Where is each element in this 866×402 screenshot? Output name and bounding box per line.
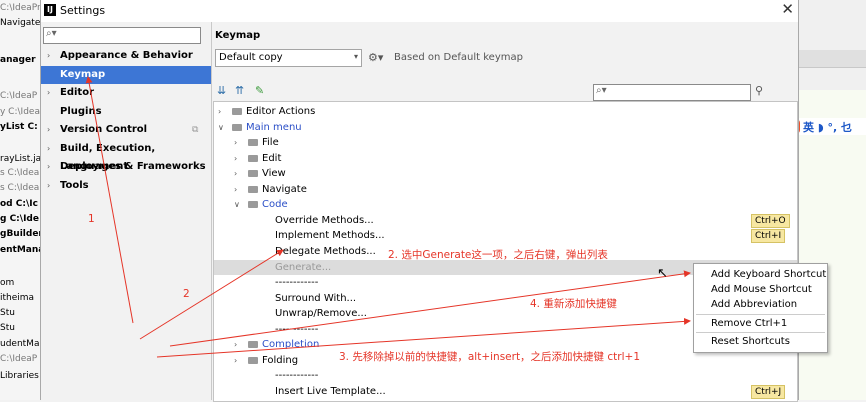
annotation-step-3: 3. 先移除掉以前的快捷键，alt+insert，之后添加快捷键 ctrl+1 [339,351,640,363]
menu-item-add-keyboard-shortcut[interactable]: Add Keyboard Shortcut [694,267,827,282]
menu-item-label: Add Mouse Shortcut [711,284,812,295]
menu-item-label: Add Keyboard Shortcut [711,269,827,280]
arrow-step-2 [139,249,284,340]
menu-item-reset-shortcuts[interactable]: Reset Shortcuts [694,334,827,349]
menu-item-add-mouse-shortcut[interactable]: Add Mouse Shortcut [694,282,827,297]
arrow-step-1 [85,76,134,324]
annotation-step-2: 2. 选中Generate这一项，之后右键，弹出列表 [388,249,608,261]
menu-separator [696,314,825,315]
menu-item-label: Remove Ctrl+1 [711,318,788,329]
menu-separator [696,332,825,333]
menu-item-add-abbreviation[interactable]: Add Abbreviation [694,297,827,312]
annotation-number-1: 1 [88,213,95,225]
annotation-number-2: 2 [183,288,190,300]
menu-item-label: Add Abbreviation [711,299,798,310]
annotation-step-4: 4. 重新添加快捷键 [530,298,617,310]
menu-item-remove-ctrl-1[interactable]: Remove Ctrl+1 [694,316,827,331]
context-menu: Add Keyboard Shortcut Add Mouse Shortcut A… [693,263,828,353]
menu-item-label: Reset Shortcuts [711,336,790,347]
mouse-cursor-icon: ↖ [657,266,668,281]
